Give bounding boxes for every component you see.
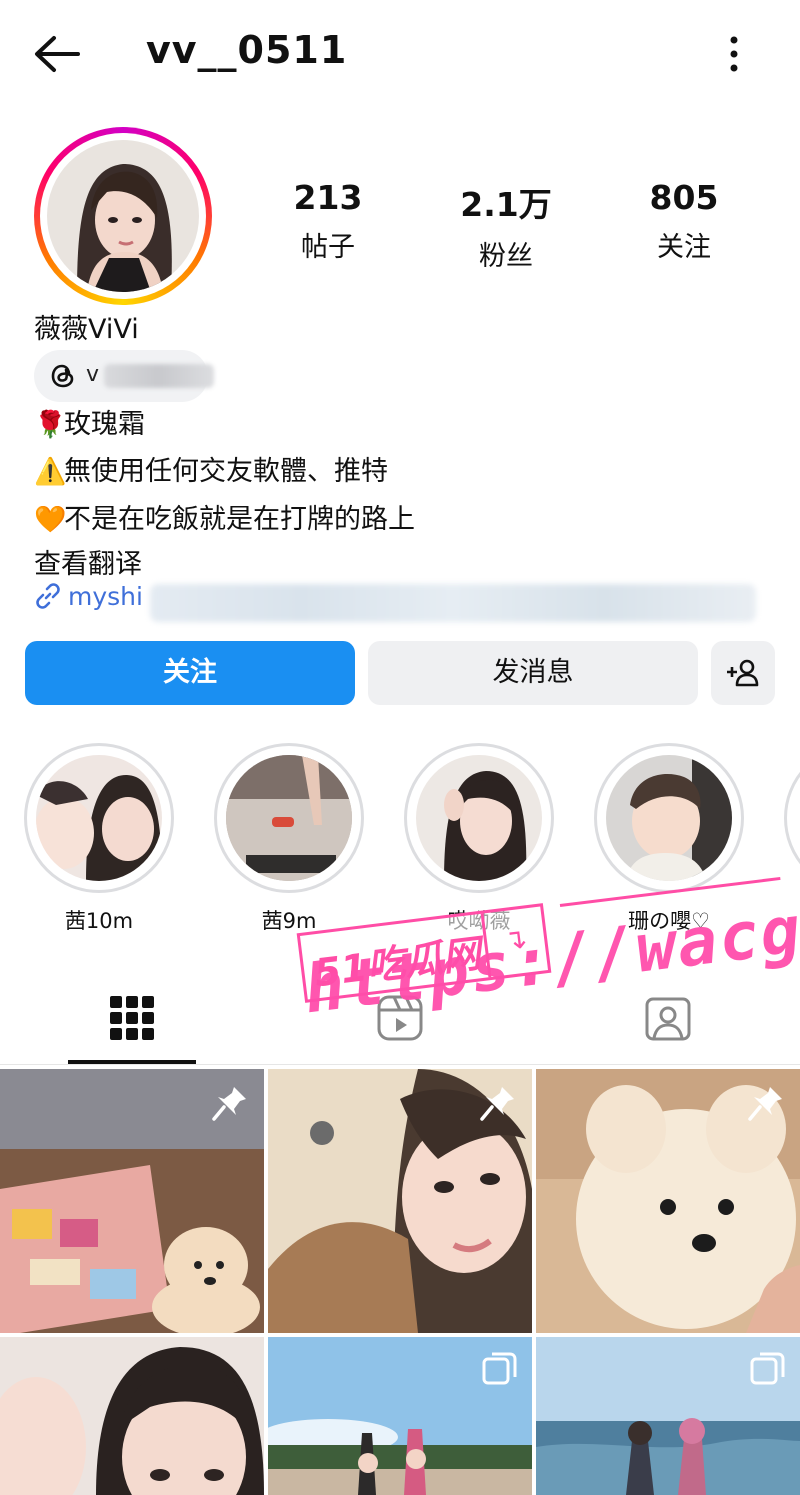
tagged-person-icon <box>645 997 691 1041</box>
bio-text: 玫瑰霜 <box>64 409 145 440</box>
redacted-link-block <box>150 584 756 622</box>
multiple-photos-icon <box>750 1352 785 1385</box>
orange-heart-icon: 🧡 <box>34 505 67 535</box>
highlight-cover <box>606 755 732 881</box>
follow-button[interactable]: 关注 <box>25 641 355 705</box>
multiple-photos-icon <box>482 1352 517 1385</box>
highlight-cover <box>36 755 162 881</box>
posts-count[interactable]: 213 帖子 <box>258 178 398 264</box>
message-button[interactable]: 发消息 <box>368 641 698 705</box>
following-count[interactable]: 805 关注 <box>614 178 754 264</box>
highlight-cover <box>226 755 352 881</box>
bio-text: 不是在吃飯就是在打牌的路上 <box>64 504 415 535</box>
highlight-cover <box>416 755 542 881</box>
bio-link[interactable]: myshi <box>34 582 143 611</box>
post-thumbnail[interactable] <box>536 1337 800 1495</box>
rose-icon: 🌹 <box>34 410 67 440</box>
bio-line: 🌹玫瑰霜 <box>34 408 145 442</box>
followers-count[interactable]: 2.1万 粉丝 <box>436 178 576 273</box>
highlight-label: 茜10m <box>64 909 134 933</box>
back-arrow-icon[interactable] <box>32 34 82 74</box>
post-thumbnail[interactable] <box>0 1069 264 1333</box>
display-name: 薇薇ViVi <box>34 314 139 345</box>
see-translation-link[interactable]: 查看翻译 <box>34 542 142 581</box>
active-tab-indicator <box>68 1060 196 1064</box>
post-thumbnail[interactable] <box>536 1069 800 1333</box>
posts-value: 213 <box>293 178 363 217</box>
pinned-icon <box>748 1087 782 1121</box>
link-icon <box>34 582 68 611</box>
following-label: 关注 <box>657 232 711 263</box>
posts-label: 帖子 <box>301 232 355 263</box>
following-value: 805 <box>649 178 719 217</box>
post-thumbnail[interactable] <box>0 1337 264 1495</box>
threads-handle: v <box>86 362 100 387</box>
more-options-icon[interactable] <box>722 34 746 74</box>
bio-line: ⚠️無使用任何交友軟體、推特 <box>34 455 388 489</box>
threads-badge[interactable]: v <box>34 350 214 402</box>
top-bar: vv__0511 <box>0 0 800 108</box>
followers-value: 2.1万 <box>460 185 552 224</box>
post-thumbnail[interactable] <box>268 1337 532 1495</box>
bio-text: 無使用任何交友軟體、推特 <box>64 456 388 487</box>
post-thumbnail[interactable] <box>268 1069 532 1333</box>
story-highlight[interactable]: 茜10m <box>24 743 174 935</box>
redacted-block <box>104 364 214 388</box>
avatar-story-ring[interactable] <box>34 127 212 305</box>
avatar <box>47 140 199 292</box>
add-person-icon <box>727 659 759 687</box>
pinned-icon <box>480 1087 514 1121</box>
suggest-people-button[interactable] <box>711 641 775 705</box>
pinned-icon <box>212 1087 246 1121</box>
page-title-username: vv__0511 <box>146 28 348 72</box>
warning-icon: ⚠️ <box>34 457 67 487</box>
tab-posts-grid[interactable] <box>68 975 198 1063</box>
threads-icon <box>51 364 74 388</box>
link-text: myshi <box>68 582 143 611</box>
bio-line: 🧡不是在吃飯就是在打牌的路上 <box>34 503 415 537</box>
story-highlight-partial[interactable] <box>784 743 800 893</box>
grid-icon <box>110 996 154 1040</box>
story-highlight[interactable]: 茜9m <box>214 743 364 935</box>
followers-label: 粉丝 <box>479 241 533 272</box>
